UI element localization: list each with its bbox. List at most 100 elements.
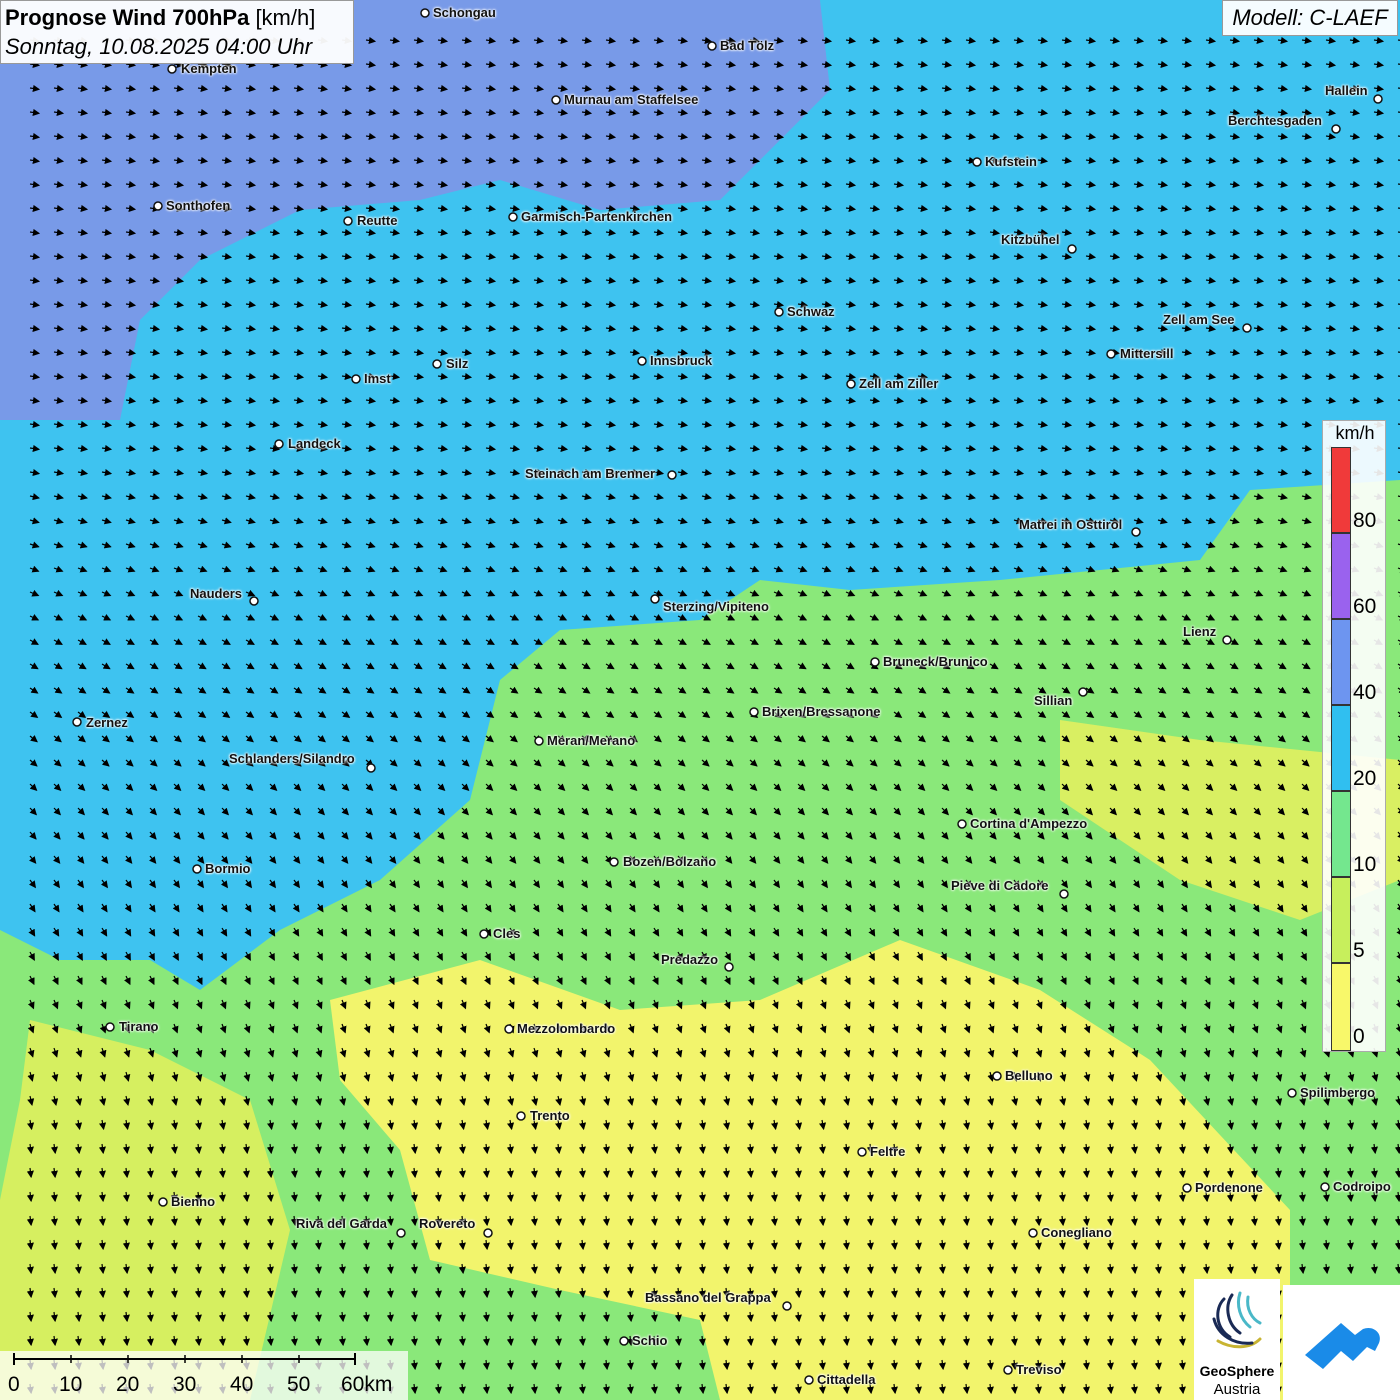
- scale-label-40: 40: [230, 1373, 254, 1396]
- city-marker[interactable]: [1003, 1365, 1013, 1375]
- legend-seg-60-80: [1331, 533, 1351, 619]
- city-marker[interactable]: [479, 929, 489, 939]
- city-label: Innsbruck: [650, 353, 713, 368]
- city-marker[interactable]: [972, 157, 982, 167]
- scale-bar: 0 10 20 30 40 50 60km: [0, 1351, 408, 1400]
- city-marker[interactable]: [1106, 349, 1116, 359]
- city-marker[interactable]: [650, 594, 660, 604]
- city-marker[interactable]: [153, 201, 163, 211]
- geosphere-icon: [1212, 1291, 1262, 1349]
- city-marker[interactable]: [1078, 687, 1088, 697]
- city-label: Kitzbühel: [1001, 232, 1060, 247]
- city-marker[interactable]: [249, 596, 259, 606]
- city-marker[interactable]: [396, 1228, 406, 1238]
- city-marker[interactable]: [158, 1197, 168, 1207]
- city-marker[interactable]: [534, 736, 544, 746]
- city-marker[interactable]: [1028, 1228, 1038, 1238]
- city-marker[interactable]: [804, 1375, 814, 1385]
- city-marker[interactable]: [351, 374, 361, 384]
- city-label: Brixen/Bressanone: [762, 704, 881, 719]
- city-marker[interactable]: [551, 95, 561, 105]
- city-marker[interactable]: [343, 216, 353, 226]
- map-title: Prognose Wind 700hPa [km/h]: [5, 5, 316, 30]
- city-marker[interactable]: [1242, 323, 1252, 333]
- scale-label-0: 0: [8, 1373, 20, 1396]
- city-label: Zernez: [86, 715, 128, 730]
- geosphere-text-1: GeoSphere: [1199, 1363, 1275, 1379]
- city-marker[interactable]: [366, 763, 376, 773]
- city-label: Bruneck/Brunico: [883, 654, 988, 669]
- city-label: Sonthofen: [166, 198, 231, 213]
- legend-label-60: 60: [1353, 595, 1377, 618]
- legend-label-80: 80: [1353, 509, 1377, 532]
- city-marker[interactable]: [420, 8, 430, 18]
- city-marker[interactable]: [774, 307, 784, 317]
- city-label: Berchtesgaden: [1228, 113, 1322, 128]
- city-marker[interactable]: [1131, 527, 1141, 537]
- city-marker[interactable]: [167, 64, 177, 74]
- map-datetime: Sonntag, 10.08.2025 04:00 Uhr: [5, 34, 313, 59]
- city-marker[interactable]: [508, 212, 518, 222]
- scale-label-60km: 60km: [341, 1373, 393, 1396]
- city-label: Matrei in Osttirol: [1019, 517, 1123, 532]
- city-marker[interactable]: [1320, 1182, 1330, 1192]
- city-marker[interactable]: [870, 657, 880, 667]
- model-label: Modell: C-LAEF: [1222, 0, 1398, 36]
- city-label: Conegliano: [1041, 1225, 1112, 1240]
- city-marker[interactable]: [516, 1111, 526, 1121]
- city-marker[interactable]: [724, 962, 734, 972]
- city-marker[interactable]: [483, 1228, 493, 1238]
- weather-app-logo[interactable]: [1283, 1285, 1400, 1400]
- city-label: Mittersill: [1120, 346, 1174, 361]
- city-marker[interactable]: [274, 439, 284, 449]
- city-marker[interactable]: [992, 1071, 1002, 1081]
- city-label: Bormio: [205, 861, 251, 876]
- city-label: Treviso: [1016, 1362, 1062, 1377]
- city-label: Schongau: [433, 5, 496, 20]
- geosphere-logo[interactable]: GeoSphere Austria: [1194, 1279, 1280, 1400]
- city-marker[interactable]: [957, 819, 967, 829]
- city-label: Sillian: [1034, 693, 1073, 708]
- city-marker[interactable]: [72, 717, 82, 727]
- city-marker[interactable]: [1331, 124, 1341, 134]
- city-marker[interactable]: [1067, 244, 1077, 254]
- city-label: Cles: [493, 926, 521, 941]
- city-label: Trento: [530, 1108, 570, 1123]
- city-marker[interactable]: [1182, 1183, 1192, 1193]
- city-marker[interactable]: [749, 707, 759, 717]
- city-label: Steinach am Brenner: [525, 466, 656, 481]
- city-marker[interactable]: [192, 864, 202, 874]
- city-label: Hallein: [1325, 83, 1368, 98]
- city-marker[interactable]: [782, 1301, 792, 1311]
- legend-seg-above-80: [1331, 447, 1351, 533]
- legend-seg-40-60: [1331, 619, 1351, 705]
- city-marker[interactable]: [707, 41, 717, 51]
- city-label: Riva del Garda: [296, 1216, 388, 1231]
- city-marker[interactable]: [637, 356, 647, 366]
- city-marker[interactable]: [1222, 635, 1232, 645]
- city-label: Tirano: [119, 1019, 159, 1034]
- city-marker[interactable]: [619, 1336, 629, 1346]
- city-label: Cortina d'Ampezzo: [970, 816, 1088, 831]
- city-label: Pieve di Cadore: [951, 878, 1049, 893]
- color-legend: km/h 80 60 40 20 10 5 0: [1322, 420, 1386, 1052]
- city-marker[interactable]: [846, 379, 856, 389]
- city-marker[interactable]: [105, 1022, 115, 1032]
- city-label: Pordenone: [1195, 1180, 1263, 1195]
- city-marker[interactable]: [1373, 94, 1383, 104]
- city-marker[interactable]: [504, 1024, 514, 1034]
- city-label: Bassano del Grappa: [645, 1290, 771, 1305]
- city-marker[interactable]: [1059, 889, 1069, 899]
- city-marker[interactable]: [857, 1147, 867, 1157]
- legend-label-20: 20: [1353, 767, 1377, 790]
- city-marker[interactable]: [667, 470, 677, 480]
- legend-seg-5-10: [1331, 877, 1351, 963]
- city-label: Zell am See: [1163, 312, 1235, 327]
- city-marker[interactable]: [1287, 1088, 1297, 1098]
- city-label: Cittadella: [817, 1372, 876, 1387]
- city-marker[interactable]: [432, 359, 442, 369]
- city-marker[interactable]: [609, 857, 619, 867]
- city-label: Zell am Ziller: [859, 376, 939, 391]
- city-label: Mezzolombardo: [517, 1021, 616, 1036]
- city-label: Lienz: [1183, 624, 1217, 639]
